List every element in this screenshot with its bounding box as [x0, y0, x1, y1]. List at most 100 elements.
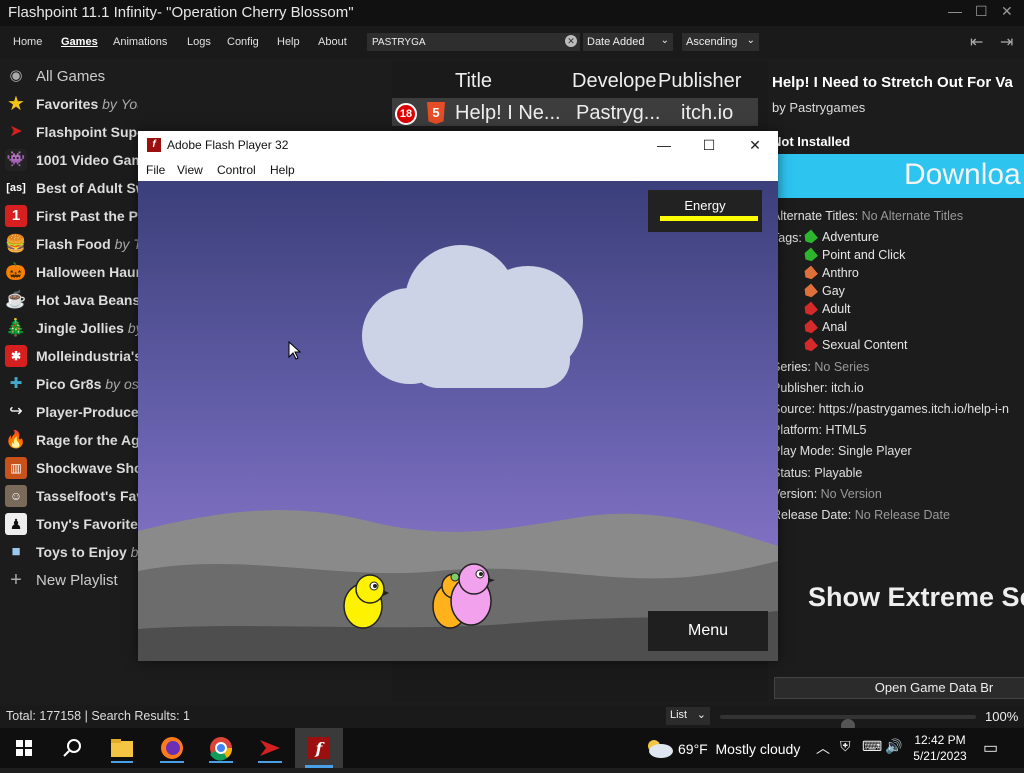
field-label: Play Mode:: [772, 444, 835, 458]
flash-window-title: Adobe Flash Player 32: [167, 138, 289, 152]
weather-widget[interactable]: 69°F Mostly cloudy: [678, 741, 800, 757]
search-input[interactable]: [367, 33, 580, 51]
sidebar-item-playlist[interactable]: ☺ Tasselfoot's Fav: [0, 482, 138, 510]
space-invader-icon: 👾: [5, 149, 27, 171]
sidebar-item-playlist[interactable]: 1 First Past the Po: [0, 202, 138, 230]
start-button[interactable]: [0, 728, 48, 768]
minimize-icon[interactable]: —: [948, 3, 962, 19]
sidebar-item-playlist[interactable]: ★ Favorites by You!: [0, 90, 138, 118]
tag-item[interactable]: Gay: [804, 284, 845, 298]
field-value[interactable]: https://pastrygames.itch.io/help-i-n: [819, 402, 1009, 416]
minimize-icon[interactable]: —: [641, 134, 687, 156]
zoom-slider[interactable]: [720, 715, 976, 733]
weather-condition: Mostly cloudy: [715, 741, 801, 757]
column-header-developer[interactable]: Developer: [572, 70, 656, 93]
playlist-name: Player-Produced: [36, 404, 138, 420]
menu-control[interactable]: Control: [217, 163, 256, 177]
title-bar: Flashpoint 11.1 Infinity- "Operation Che…: [0, 0, 1024, 26]
playlist-label: Toys to Enjoy by: [36, 544, 138, 560]
nav-home[interactable]: Home: [13, 36, 42, 48]
playlist-author: You!: [120, 96, 138, 112]
volume-icon[interactable]: 🔊: [885, 738, 902, 755]
flashpoint-icon: [258, 740, 282, 763]
nav-help[interactable]: Help: [277, 36, 300, 48]
game-canvas[interactable]: Energy Menu: [138, 181, 778, 661]
sidebar-item-playlist[interactable]: ☕ Hot Java Beans: [0, 286, 138, 314]
sort-order-select[interactable]: Ascending ⌄: [682, 33, 759, 51]
tag-icon: [802, 248, 818, 264]
sidebar-item-playlist[interactable]: ■ Toys to Enjoy by: [0, 538, 138, 566]
sidebar-item-playlist[interactable]: ↪ Player-Produced: [0, 398, 138, 426]
view-mode-select[interactable]: List ⌄: [666, 707, 710, 725]
collapse-left-icon[interactable]: ⇤: [970, 32, 983, 52]
notification-icon[interactable]: ▭: [983, 738, 998, 758]
nav-logs[interactable]: Logs: [187, 36, 211, 48]
flash-player-taskbar-button[interactable]: f: [295, 728, 343, 768]
show-extreme-screenshots-toggle[interactable]: Show Extreme Sc: [808, 582, 1024, 613]
playlist-name: Flash Food: [36, 236, 111, 252]
sidebar-item-playlist[interactable]: ➤ Flashpoint Super Hall of: [0, 118, 138, 146]
sidebar-item-playlist[interactable]: ✚ Pico Gr8s by osh: [0, 370, 138, 398]
maximize-icon[interactable]: ☐: [686, 134, 732, 156]
nav-animations[interactable]: Animations: [113, 36, 167, 48]
menu-view[interactable]: View: [177, 163, 203, 177]
network-icon[interactable]: ⌨: [862, 738, 882, 755]
chrome-button[interactable]: [197, 728, 245, 768]
playlist-name: Molleindustria's: [36, 348, 138, 364]
table-row[interactable]: 18 5 Help! I Ne... Pastryg... itch.io: [392, 98, 758, 126]
tag-item[interactable]: Point and Click: [804, 248, 905, 262]
field-value: Single Player: [838, 444, 912, 458]
column-header-publisher[interactable]: Publisher: [658, 70, 744, 93]
fire-icon: 🔥: [5, 430, 27, 449]
sidebar-item-playlist[interactable]: 🔥 Rage for the Age: [0, 426, 138, 454]
sidebar-item-playlist[interactable]: 🍔 Flash Food by Th: [0, 230, 138, 258]
zoom-value: 100%: [985, 709, 1019, 724]
menu-help[interactable]: Help: [270, 163, 295, 177]
nav-config[interactable]: Config: [227, 36, 259, 48]
field-label: Source:: [772, 402, 816, 416]
clock[interactable]: 12:42 PM 5/21/2023: [908, 732, 972, 764]
eye-icon: ◉: [9, 67, 23, 84]
firefox-button[interactable]: [148, 728, 196, 768]
column-header-title[interactable]: Title: [455, 70, 555, 93]
sidebar-item-playlist[interactable]: 👾 1001 Video Games: [0, 146, 138, 174]
field-label: Platform:: [772, 423, 823, 437]
weather-cloudy-icon: [648, 740, 673, 758]
security-tray-icon[interactable]: ⛨: [840, 738, 851, 755]
folder-icon: [111, 739, 133, 763]
sidebar-item-playlist[interactable]: ✱ Molleindustria's: [0, 342, 138, 370]
search-taskbar-button[interactable]: [48, 728, 96, 768]
tag-item[interactable]: Anal: [804, 320, 847, 334]
sidebar-item-playlist[interactable]: 🎃 Halloween Haunt: [0, 258, 138, 286]
sidebar-item-playlist[interactable]: [as] Best of Adult Sw: [0, 174, 138, 202]
menu-file[interactable]: File: [146, 163, 165, 177]
sidebar-item-playlist[interactable]: ▥ Shockwave Show: [0, 454, 138, 482]
sidebar-item-playlist[interactable]: 🎄 Jingle Jollies by: [0, 314, 138, 342]
sort-field-select[interactable]: Date Added ⌄: [583, 33, 673, 51]
clear-search-icon[interactable]: ✕: [565, 35, 577, 47]
tag-name: Sexual Content: [822, 338, 908, 352]
nav-games[interactable]: Games: [61, 36, 98, 48]
open-game-data-button[interactable]: Open Game Data Br: [774, 677, 1024, 699]
close-icon[interactable]: ✕: [1001, 3, 1013, 20]
tag-item[interactable]: Adventure: [804, 230, 879, 244]
chevron-up-icon[interactable]: ︿: [816, 738, 830, 758]
maximize-icon[interactable]: ☐: [975, 3, 988, 20]
chevron-down-icon: ⌄: [660, 35, 669, 46]
close-icon[interactable]: ✕: [732, 134, 778, 156]
sidebar-item-all-games[interactable]: ◉ All Games: [0, 62, 138, 90]
nav-about[interactable]: About: [318, 36, 347, 48]
tag-item[interactable]: Adult: [804, 302, 851, 316]
sidebar-item-new-playlist[interactable]: + New Playlist: [0, 566, 138, 594]
game-menu-button[interactable]: Menu: [648, 611, 768, 651]
sidebar-item-playlist[interactable]: ♟ Tony's Favorites: [0, 510, 138, 538]
window-title: Flashpoint 11.1 Infinity- "Operation Che…: [8, 4, 354, 21]
flashpoint-taskbar-button[interactable]: [246, 728, 294, 768]
file-explorer-button[interactable]: [98, 728, 146, 768]
sidebar-item-label: All Games: [36, 68, 106, 85]
collapse-right-icon[interactable]: ⇥: [1000, 32, 1013, 52]
flash-title-bar: f Adobe Flash Player 32 — ☐ ✕: [138, 131, 778, 159]
download-button[interactable]: Downloa: [778, 154, 1024, 198]
tag-item[interactable]: Anthro: [804, 266, 859, 280]
tag-item[interactable]: Sexual Content: [804, 338, 907, 352]
